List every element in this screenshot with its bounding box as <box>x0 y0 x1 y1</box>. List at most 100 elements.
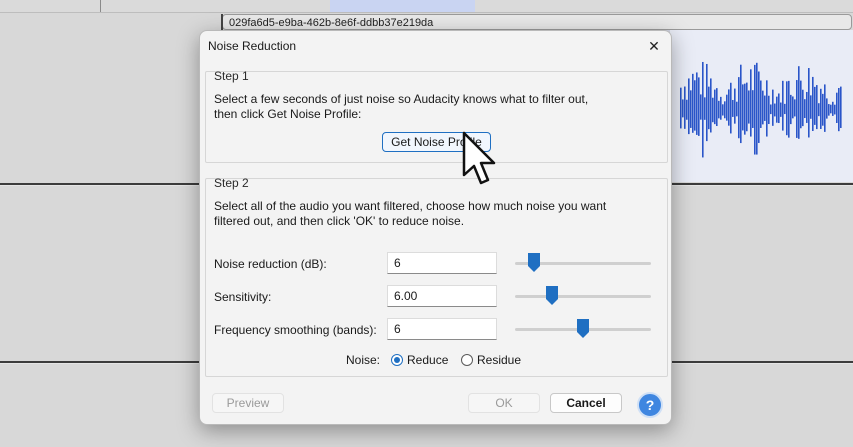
waveform-sample <box>792 96 794 119</box>
waveform-sample <box>818 103 820 117</box>
waveform-sample <box>812 76 814 131</box>
noise-reduction-input[interactable]: 6 <box>387 252 497 274</box>
waveform-sample <box>828 104 830 116</box>
sensitivity-input[interactable]: 6.00 <box>387 285 497 307</box>
residue-radio-label[interactable]: Residue <box>477 353 521 367</box>
residue-radio[interactable] <box>461 354 473 366</box>
waveform-sample <box>690 90 692 128</box>
frequency-smoothing-input[interactable]: 6 <box>387 318 497 340</box>
step1-description-line1: Select a few seconds of just noise so Au… <box>214 92 589 106</box>
waveform-sample <box>752 90 754 128</box>
waveform-sample <box>750 69 752 137</box>
waveform-sample <box>702 61 704 158</box>
reduce-radio[interactable] <box>391 354 403 366</box>
close-icon[interactable]: ✕ <box>643 35 665 57</box>
noise-reduction-dialog: Noise Reduction ✕ Step 1 Select a few se… <box>199 30 672 425</box>
waveform-sample <box>726 94 728 121</box>
noise-reduction-slider[interactable] <box>515 253 651 273</box>
waveform-sample <box>808 68 810 138</box>
waveform-sample <box>832 101 834 116</box>
waveform-sample <box>682 99 684 118</box>
step2-description-line2: filtered out, and then click 'OK' to red… <box>214 214 465 228</box>
waveform-sample <box>728 89 730 126</box>
waveform-sample <box>708 86 710 130</box>
step2-group: Step 2 Select all of the audio you want … <box>205 176 668 377</box>
waveform-sample <box>700 94 702 120</box>
waveform-sample <box>694 80 696 131</box>
dialog-titlebar[interactable]: Noise Reduction ✕ <box>200 31 671 61</box>
timeline-ruler[interactable] <box>0 0 853 13</box>
waveform-sample <box>780 102 782 117</box>
waveform-sample <box>710 78 712 133</box>
waveform-sample <box>810 95 812 119</box>
waveform-sample <box>798 66 800 139</box>
step2-description-line1: Select all of the audio you want filtere… <box>214 199 607 213</box>
clip-name-label[interactable]: 029fa6d5-e9ba-462b-8e6f-ddbb37e219da <box>222 14 852 30</box>
waveform-sample <box>784 103 786 115</box>
slider-thumb[interactable] <box>546 286 558 305</box>
waveform-sample <box>786 81 788 136</box>
waveform-sample <box>686 99 688 120</box>
ruler-selection <box>330 0 475 12</box>
preview-button[interactable]: Preview <box>212 393 284 413</box>
waveform-sample <box>696 72 698 135</box>
slider-thumb[interactable] <box>528 253 540 272</box>
waveform-sample <box>730 82 732 134</box>
waveform-sample <box>736 101 738 117</box>
waveform-sample <box>698 77 700 136</box>
waveform-sample <box>790 94 792 125</box>
waveform-sample <box>712 97 714 123</box>
waveform-sample <box>774 103 776 117</box>
step1-group: Step 1 Select a few seconds of just nois… <box>205 69 668 163</box>
waveform-sample <box>824 84 826 132</box>
waveform-sample <box>772 89 774 126</box>
ruler-segment <box>0 0 101 12</box>
frequency-smoothing-slider[interactable] <box>515 319 651 339</box>
reduce-radio-label[interactable]: Reduce <box>407 353 448 367</box>
waveform-sample <box>758 71 760 143</box>
waveform-sample <box>742 84 744 131</box>
help-icon[interactable]: ? <box>637 392 663 418</box>
waveform-sample <box>718 100 720 119</box>
noise-reduction-label: Noise reduction (dB): <box>214 257 327 271</box>
waveform-sample <box>834 104 836 115</box>
waveform-sample <box>778 93 780 124</box>
waveform-sample <box>800 80 802 129</box>
waveform-sample <box>766 80 768 137</box>
waveform-sample <box>692 73 694 133</box>
sensitivity-label: Sensitivity: <box>214 290 272 304</box>
dialog-title: Noise Reduction <box>208 39 297 53</box>
waveform-sample <box>816 85 818 130</box>
ok-button[interactable]: OK <box>468 393 540 413</box>
sensitivity-slider[interactable] <box>515 286 651 306</box>
step1-title: Step 1 <box>214 69 249 83</box>
waveform-sample <box>732 99 734 117</box>
waveform-sample <box>760 80 762 128</box>
waveform-sample <box>822 93 824 126</box>
noise-mode-label: Noise: <box>346 353 381 367</box>
waveform-sample <box>754 64 756 155</box>
waveform-sample <box>724 101 726 119</box>
waveform-sample <box>806 91 808 123</box>
waveform-sample <box>748 90 750 124</box>
waveform-sample <box>782 80 784 131</box>
waveform-sample <box>794 99 796 117</box>
waveform-sample <box>830 104 832 114</box>
waveform-sample <box>680 87 682 129</box>
waveform-sample <box>820 88 822 129</box>
audio-waveform <box>680 61 842 158</box>
waveform-sample <box>688 78 690 135</box>
waveform-sample <box>744 83 746 135</box>
waveform-sample <box>796 80 798 138</box>
waveform-sample <box>734 88 736 124</box>
mouse-pointer-icon <box>462 131 496 185</box>
waveform-sample <box>804 99 806 119</box>
cancel-button[interactable]: Cancel <box>550 393 622 413</box>
waveform-sample <box>776 96 778 123</box>
slider-thumb[interactable] <box>577 319 589 338</box>
waveform-sample <box>762 90 764 125</box>
waveform-sample <box>704 97 706 120</box>
waveform-sample <box>716 88 718 127</box>
waveform-sample <box>722 104 724 116</box>
step2-title: Step 2 <box>214 176 249 190</box>
